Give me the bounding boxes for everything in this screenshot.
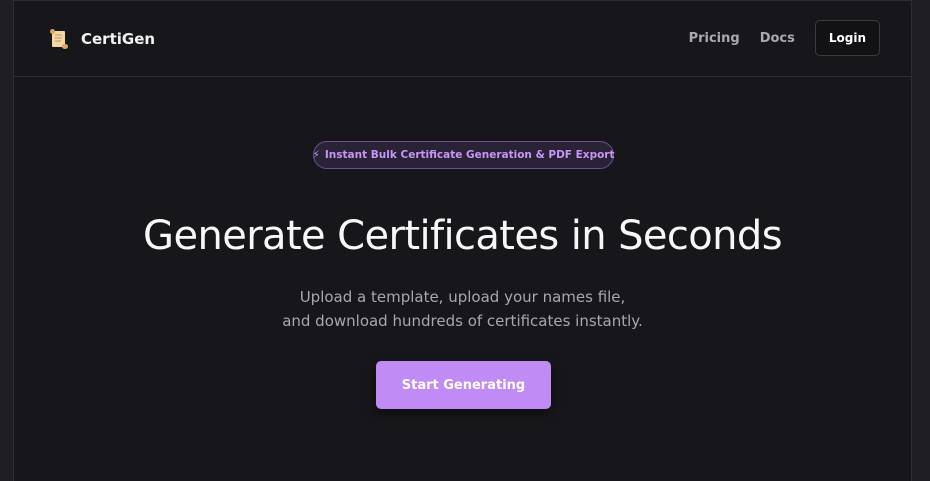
feature-badge-text: Instant Bulk Certificate Generation & PD…	[324, 149, 615, 161]
hero-headline: Generate Certificates in Seconds	[143, 213, 782, 259]
hero-subtitle-line-1: Upload a template, upload your names fil…	[299, 288, 626, 306]
scroll-icon	[50, 29, 68, 49]
page-frame: CertiGen Pricing Docs Login ⚡ Instant Bu…	[13, 0, 912, 481]
top-navbar: CertiGen Pricing Docs Login	[14, 1, 911, 77]
start-generating-button[interactable]: Start Generating	[376, 361, 551, 409]
nav-link-docs[interactable]: Docs	[760, 31, 795, 46]
nav-links: Pricing Docs Login	[689, 20, 880, 56]
feature-badge: ⚡ Instant Bulk Certificate Generation & …	[312, 141, 615, 169]
lightning-icon: ⚡	[312, 149, 320, 161]
brand-logo[interactable]: CertiGen	[46, 26, 155, 52]
brand-name: CertiGen	[81, 30, 156, 48]
nav-link-pricing[interactable]: Pricing	[689, 31, 740, 46]
hero-subtitle: Upload a template, upload your names fil…	[14, 285, 911, 333]
hero-subtitle-line-2: and download hundreds of certificates in…	[282, 312, 643, 330]
login-button[interactable]: Login	[814, 20, 880, 56]
